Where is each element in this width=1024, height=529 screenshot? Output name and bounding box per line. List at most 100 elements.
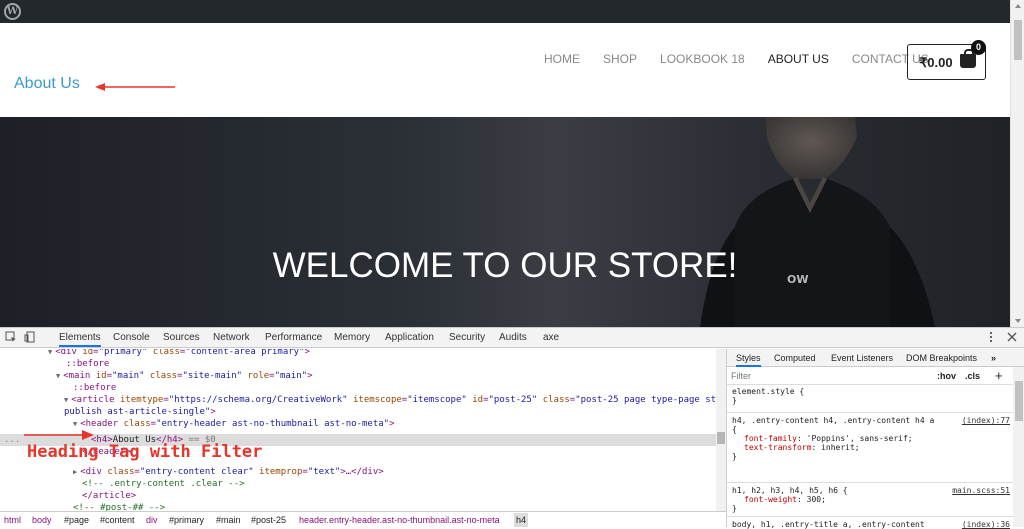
css-rule[interactable]: body, h1, .entry-title a, .entry-content… [732, 520, 1012, 529]
attr-value: "site-main" [182, 371, 243, 381]
nav-home[interactable]: HOME [544, 52, 580, 66]
annotation-arrow-icon [95, 83, 175, 91]
tab-sources[interactable]: Sources [163, 332, 200, 343]
styles-scrollbar[interactable] [1013, 367, 1024, 527]
crumb-page[interactable]: #page [64, 515, 89, 525]
cls-toggle[interactable]: .cls [965, 371, 980, 381]
tab-computed[interactable]: Computed [774, 353, 816, 363]
dom-comment[interactable]: <!-- #post-## --> [73, 502, 165, 511]
new-rule-button[interactable]: + [995, 368, 1003, 383]
dom-article-close[interactable]: </article> [82, 490, 136, 502]
more-tabs-icon[interactable]: » [991, 353, 996, 363]
dom-pseudo-before[interactable]: ::before [73, 382, 116, 394]
rule-selector: element.style { [732, 387, 805, 396]
main-nav: HOME SHOP LOOKBOOK 18 ABOUT US CONTACT U… [544, 52, 952, 66]
dom-node-main[interactable]: ▼ <main id="main" class="site-main" role=… [56, 370, 313, 382]
crumb-primary[interactable]: #primary [169, 515, 204, 525]
crumb-body[interactable]: body [32, 515, 52, 525]
more-options-icon[interactable] [985, 331, 997, 343]
dom-node-entry-content[interactable]: ▶ <div class="entry-content clear" itempr… [73, 466, 384, 478]
tab-performance[interactable]: Performance [265, 332, 322, 343]
attr-value: publish ast-article-single" [64, 407, 211, 417]
device-toolbar-icon[interactable] [24, 331, 36, 343]
hov-toggle[interactable]: :hov [937, 371, 956, 381]
collapse-triangle-icon[interactable]: ▼ [48, 349, 52, 356]
inspect-element-icon[interactable] [5, 331, 17, 343]
attr: class [107, 467, 135, 477]
dom-tree[interactable]: ▼ <div id="primary" class="content-area p… [0, 349, 716, 511]
nav-shop[interactable]: SHOP [603, 52, 637, 66]
dom-comment[interactable]: <!-- .entry-content .clear --> [82, 478, 245, 490]
rule-source-link[interactable]: (index):77 [962, 416, 1010, 425]
close-devtools-icon[interactable] [1006, 331, 1018, 343]
cart-button[interactable]: ₹0.00 0 [907, 40, 986, 80]
tab-application[interactable]: Application [385, 332, 434, 343]
scrollbar-thumb[interactable] [1015, 381, 1023, 421]
rule-close: } [732, 504, 737, 513]
node-dots[interactable]: ... [4, 434, 20, 446]
css-property[interactable]: font-family: 'Poppins', sans-serif; [732, 434, 1012, 443]
dom-scrollbar[interactable] [716, 349, 726, 511]
page-scrollbar[interactable] [1010, 0, 1024, 327]
css-property[interactable]: font-weight: 300; [732, 495, 1012, 504]
tab-axe[interactable]: axe [543, 332, 559, 343]
crumb-content[interactable]: #content [100, 515, 135, 525]
tag: <div [55, 349, 83, 357]
collapse-triangle-icon[interactable]: ▼ [73, 420, 77, 428]
css-rule[interactable]: element.style { } [732, 387, 1012, 405]
attr: class [147, 349, 180, 357]
wordpress-logo-icon[interactable]: W [4, 3, 21, 20]
crumb-main[interactable]: #main [216, 515, 241, 525]
tab-memory[interactable]: Memory [334, 332, 370, 343]
crumb-h4[interactable]: h4 [514, 513, 529, 527]
cart-count-badge: 0 [971, 40, 986, 55]
collapse-triangle-icon[interactable]: ▼ [56, 372, 60, 380]
crumb-post[interactable]: #post-25 [251, 515, 286, 525]
tab-elements[interactable]: Elements [59, 332, 101, 347]
attr: id [82, 349, 94, 357]
tab-event-listeners[interactable]: Event Listeners [831, 353, 893, 363]
filter-bar: :hov .cls + [727, 367, 1013, 385]
tag-end: > [307, 371, 313, 381]
tab-console[interactable]: Console [113, 332, 150, 343]
rule-source-link[interactable]: main.scss:51 [952, 486, 1010, 495]
dom-node-article-cont: publish ast-article-single"> [64, 406, 216, 418]
scrollbar-thumb[interactable] [717, 432, 725, 444]
nav-lookbook[interactable]: LOOKBOOK 18 [660, 52, 745, 66]
styles-filter-input[interactable] [731, 370, 911, 382]
tab-dom-breakpoints[interactable]: DOM Breakpoints [906, 353, 977, 363]
dom-node-header[interactable]: ▼ <header class="entry-header ast-no-thum… [73, 418, 395, 430]
attr: role [242, 371, 270, 381]
crumb-div[interactable]: div [146, 515, 158, 525]
dom-node-primary[interactable]: ▼ <div id="primary" class="content-area p… [48, 349, 310, 358]
styles-pane: Styles Computed Event Listeners DOM Brea… [726, 349, 1024, 529]
crumb-html[interactable]: html [4, 515, 21, 525]
attr: class [537, 395, 570, 405]
admin-bar: W [0, 0, 1010, 23]
tab-audits[interactable]: Audits [499, 332, 527, 343]
hero-banner: OW WELCOME TO OUR STORE! [0, 117, 1010, 327]
css-rule[interactable]: h4, .entry-content h4, .entry-content h4… [732, 416, 1012, 461]
scroll-down-icon[interactable] [1015, 319, 1021, 323]
nav-about-us[interactable]: ABOUT US [768, 52, 829, 66]
tab-styles[interactable]: Styles [736, 353, 761, 367]
tag-end: >…</div> [340, 467, 384, 477]
rule-source-link[interactable]: (index):36 [962, 520, 1010, 529]
expand-triangle-icon[interactable]: ▶ [73, 468, 77, 476]
attr-value: "post-25 page type-page status- [575, 395, 716, 405]
dom-node-article[interactable]: ▼ <article itemtype="https://schema.org/C… [64, 394, 716, 406]
attr-value: "content-area primary" [185, 349, 305, 357]
styles-tabbar: Styles Computed Event Listeners DOM Brea… [727, 349, 1024, 367]
tab-security[interactable]: Security [449, 332, 485, 343]
attr-value: "post-25" [488, 395, 538, 405]
crumb-header[interactable]: header.entry-header.ast-no-thumbnail.ast… [299, 515, 500, 525]
cart-amount: ₹0.00 [919, 55, 953, 70]
attr-value: "entry-header ast-no-thumbnail ast-no-me… [156, 419, 390, 429]
css-property[interactable]: text-transform: inherit; [732, 443, 1012, 452]
scroll-up-icon[interactable] [1015, 4, 1021, 8]
tab-network[interactable]: Network [213, 332, 250, 343]
dom-pseudo-before[interactable]: ::before [66, 358, 109, 370]
collapse-triangle-icon[interactable]: ▼ [64, 396, 68, 404]
css-rule[interactable]: h1, h2, h3, h4, h5, h6 { main.scss:51 fo… [732, 486, 1012, 513]
scrollbar-thumb[interactable] [1014, 20, 1022, 60]
